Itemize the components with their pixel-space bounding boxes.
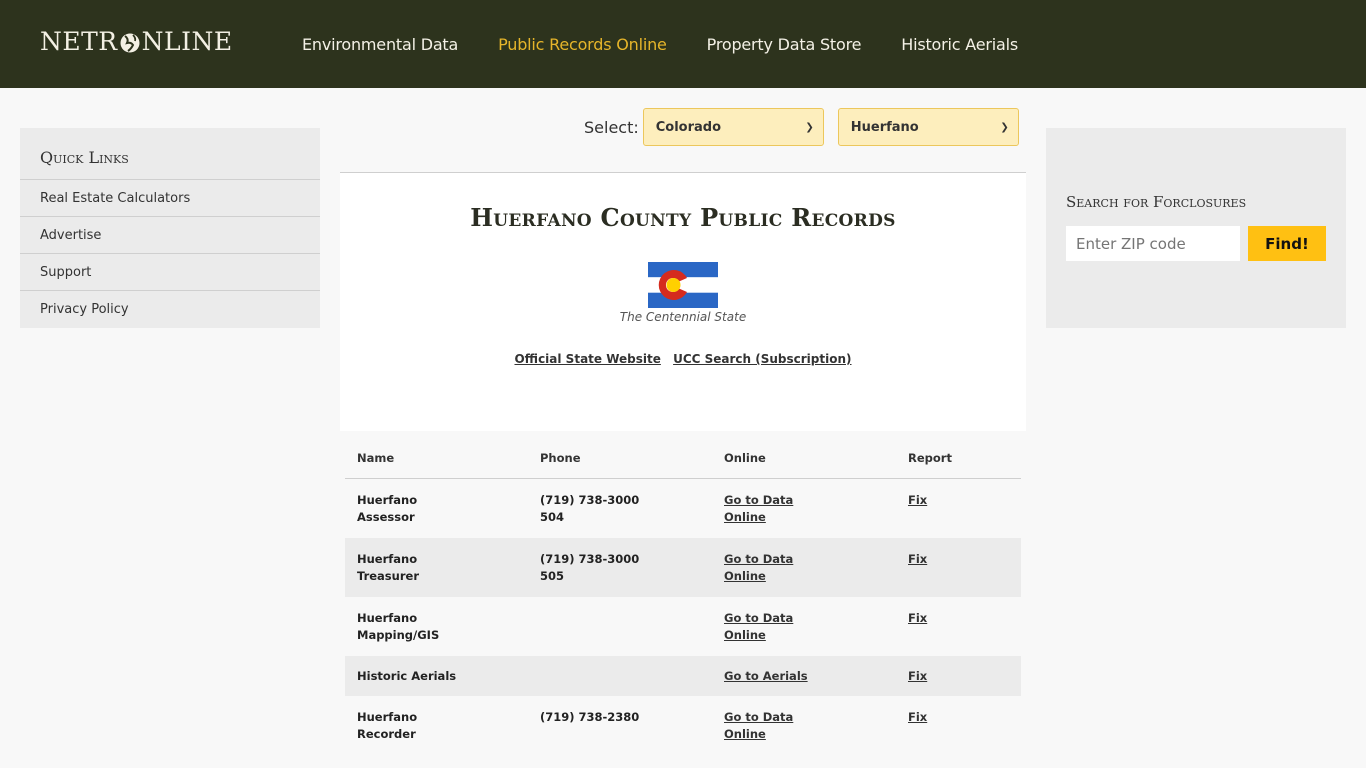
nav-public-records-online[interactable]: Public Records Online [498,35,667,54]
chevron-down-icon: ❯ [1000,121,1009,133]
table-row: Huerfano Recorder (719) 738-2380 Go to Da… [345,696,1021,755]
county-select[interactable]: Huerfano ❯ [837,108,1019,146]
table-row: Huerfano Mapping/GIS Go to Data Online Fix [345,597,1021,656]
logo-text-right: NLINE [141,26,233,56]
record-phone: (719) 738-3000 505 [540,552,640,583]
fix-link[interactable]: Fix [908,669,927,683]
table-header: Name Phone Online Report [345,437,1021,479]
record-name: Huerfano Assessor [357,493,418,524]
report-cell: Fix [896,492,1021,526]
official-state-website-link[interactable]: Official State Website [514,352,660,366]
column-header-online: Online [724,450,766,465]
record-phone: (719) 738-3000 504 [540,493,640,524]
records-table: Name Phone Online Report Huerfano Assesso… [345,437,1021,755]
quick-link-real-estate-calculators[interactable]: Real Estate Calculators [20,180,320,217]
quick-link-advertise[interactable]: Advertise [20,217,320,254]
record-name: Huerfano Treasurer [357,552,419,583]
go-to-data-online-link[interactable]: Go to Data Online [724,611,793,642]
page-title: Huerfano County Public Records [470,203,896,232]
fix-link[interactable]: Fix [908,710,927,724]
nav-property-data-store[interactable]: Property Data Store [707,35,862,54]
quick-links-sidebar: Quick Links Real Estate Calculators Adve… [20,128,320,328]
table-row: Historic Aerials Go to Aerials Fix [345,656,1021,696]
top-navigation-bar: NETR NLINE Environmental Data Public Rec… [0,0,1366,88]
fix-link[interactable]: Fix [908,493,927,507]
fix-link[interactable]: Fix [908,611,927,625]
fix-link[interactable]: Fix [908,552,927,566]
record-phone: (719) 738-2380 [540,710,640,724]
nav-environmental-data[interactable]: Environmental Data [302,35,458,54]
chevron-down-icon: ❯ [805,121,814,133]
nav-historic-aerials[interactable]: Historic Aerials [901,35,1018,54]
netronline-logo[interactable]: NETR NLINE [40,26,233,56]
state-links: Official State Website UCC Search (Subsc… [340,352,1026,366]
quick-links-title: Quick Links [20,128,320,180]
report-cell: Fix [896,668,1021,685]
county-select-value: Huerfano [850,119,919,135]
select-label: Select: [584,117,639,137]
ucc-search-link[interactable]: UCC Search (Subscription) [673,352,851,366]
table-row: Huerfano Assessor (719) 738-3000 504 Go to… [345,479,1021,538]
record-name: Huerfano Recorder [357,710,418,741]
state-nickname: The Centennial State [619,310,747,324]
globe-icon [119,30,141,53]
go-to-data-online-link[interactable]: Go to Data Online [724,710,793,741]
foreclosure-search-widget: Search for Forclosures Find! [1046,128,1346,328]
report-cell: Fix [896,709,1021,743]
table-row: Huerfano Treasurer (719) 738-3000 505 Go t… [345,538,1021,597]
online-cell: Go to Aerials [712,668,896,685]
go-to-data-online-link[interactable]: Go to Data Online [724,493,793,524]
quick-link-privacy-policy[interactable]: Privacy Policy [20,291,320,328]
record-name: Huerfano Mapping/GIS [357,611,440,642]
foreclosure-search-title: Search for Forclosures [1066,193,1247,211]
find-button[interactable]: Find! [1248,226,1326,261]
main-nav: Environmental Data Public Records Online… [302,0,1058,88]
report-cell: Fix [896,610,1021,644]
online-cell: Go to Data Online [712,709,896,743]
record-phone [528,610,712,644]
location-selector: Select: Colorado ❯ Huerfano ❯ [584,108,1033,146]
colorado-flag-icon [648,262,718,308]
online-cell: Go to Data Online [712,551,896,585]
column-header-phone: Phone [540,450,581,465]
county-info-panel: Huerfano County Public Records The Cente… [340,172,1026,431]
quick-link-support[interactable]: Support [20,254,320,291]
online-cell: Go to Data Online [712,610,896,644]
state-select[interactable]: Colorado ❯ [642,108,824,146]
online-cell: Go to Data Online [712,492,896,526]
column-header-name: Name [357,450,395,465]
logo-text-left: NETR [40,26,118,56]
go-to-data-online-link[interactable]: Go to Data Online [724,552,793,583]
go-to-aerials-link[interactable]: Go to Aerials [724,669,808,683]
record-phone [528,668,712,685]
report-cell: Fix [896,551,1021,585]
zip-code-input[interactable] [1066,226,1240,261]
record-name: Historic Aerials [357,669,457,683]
column-header-report: Report [908,450,952,465]
state-select-value: Colorado [655,119,722,135]
